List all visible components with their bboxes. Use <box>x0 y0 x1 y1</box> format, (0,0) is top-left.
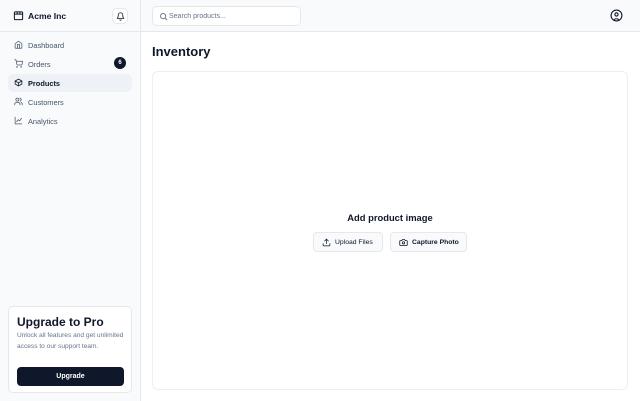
capture-photo-label: Capture Photo <box>412 239 459 246</box>
sidebar-nav: Dashboard Orders 6 Products Customers An… <box>8 36 132 131</box>
sidebar-item-products[interactable]: Products <box>8 74 132 92</box>
camera-icon <box>399 239 408 246</box>
upgrade-card: Upgrade to Pro Unlock all features and g… <box>8 306 132 393</box>
notifications-button[interactable] <box>112 8 128 24</box>
sidebar-item-label: Products <box>28 79 61 88</box>
brand-name: Acme Inc <box>28 11 67 21</box>
orders-count-badge: 6 <box>114 57 126 69</box>
dropzone-title: Add product image <box>347 212 433 223</box>
sidebar-item-label: Orders <box>28 60 51 69</box>
search-icon <box>160 13 168 21</box>
package-icon <box>13 11 24 21</box>
search-box[interactable] <box>152 6 301 26</box>
upgrade-button[interactable]: Upgrade <box>17 367 124 386</box>
users-icon <box>14 97 23 106</box>
package-icon <box>14 78 23 87</box>
page-title: Inventory <box>152 44 211 59</box>
home-icon <box>14 40 23 49</box>
sidebar-item-label: Dashboard <box>28 41 65 50</box>
brand-header: Acme Inc <box>0 0 140 32</box>
top-bar <box>141 0 640 32</box>
line-chart-icon <box>14 116 23 125</box>
capture-photo-button[interactable]: Capture Photo <box>390 232 467 252</box>
sidebar: Acme Inc Dashboard Orders 6 Products Cus… <box>0 0 141 401</box>
search-input[interactable] <box>169 8 297 24</box>
upload-files-button[interactable]: Upload Files <box>313 232 383 252</box>
cart-icon <box>14 59 23 68</box>
sidebar-item-orders[interactable]: Orders 6 <box>8 55 132 73</box>
bell-icon <box>116 12 125 21</box>
sidebar-item-label: Analytics <box>28 117 58 126</box>
sidebar-item-dashboard[interactable]: Dashboard <box>8 36 132 54</box>
product-image-dropzone[interactable]: Add product image Upload Files Capture P… <box>152 71 628 390</box>
upload-icon <box>322 238 331 247</box>
upgrade-title: Upgrade to Pro <box>17 315 104 329</box>
upgrade-description: Unlock all features and get unlimited ac… <box>17 332 124 350</box>
sidebar-item-analytics[interactable]: Analytics <box>8 112 132 130</box>
sidebar-item-customers[interactable]: Customers <box>8 93 132 111</box>
user-menu-icon[interactable] <box>610 9 623 22</box>
upload-files-label: Upload Files <box>335 239 373 246</box>
sidebar-item-label: Customers <box>28 98 64 107</box>
